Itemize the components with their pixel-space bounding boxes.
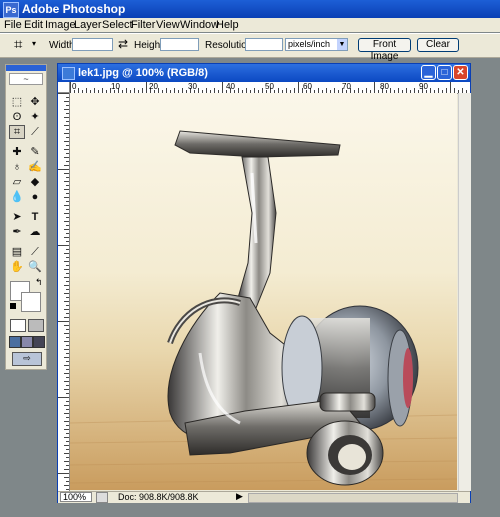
options-bar: ⌗ ▾ Width: ⇄ Height: Resolution: pixels/… [0,33,500,62]
tool-preset-dropdown[interactable]: ▾ [32,39,36,48]
blur-tool-icon[interactable]: 💧 [9,190,25,204]
menu-help[interactable]: Help [216,19,239,31]
full-screen-mode-icon[interactable] [33,336,45,348]
status-menu-arrow-icon[interactable]: ▶ [236,491,243,502]
status-bar: 100% Doc: 908.8K/908.8K ▶ [58,491,470,503]
menu-edit[interactable]: Edit [24,19,43,31]
standard-mode-icon[interactable] [10,319,26,332]
app-title: Adobe Photoshop [22,2,126,16]
type-tool-icon[interactable]: T [27,210,43,224]
hand-tool-icon[interactable]: ✋ [9,260,25,274]
status-preview-icon[interactable] [96,492,108,503]
document-title: lek1.jpg @ 100% (RGB/8) [78,67,208,79]
minimize-button[interactable]: ▁ [421,65,436,80]
ruler-label: 0 [72,82,77,91]
image-canvas[interactable] [70,93,457,490]
path-selection-tool-icon[interactable]: ➤ [9,210,25,224]
menu-view[interactable]: View [156,19,180,31]
document-icon [62,67,75,80]
swap-dimensions-icon[interactable]: ⇄ [118,37,128,51]
ruler-label: 80 [380,82,389,91]
default-colors-icon[interactable] [10,303,16,309]
width-input[interactable] [72,38,113,51]
resolution-input[interactable] [245,38,283,51]
resolution-units-select[interactable]: pixels/inch ▼ [285,38,348,51]
pen-tool-icon[interactable]: ✒ [9,225,25,239]
zoom-tool-icon[interactable]: 🔍 [27,260,43,274]
document-size-info: Doc: 908.8K/908.8K [118,492,199,502]
menu-bar: File Edit Image Layer Select Filter View… [0,18,500,32]
zoom-field[interactable]: 100% [60,492,92,502]
vertical-ruler-ticks [58,93,69,490]
menu-window[interactable]: Window [180,19,219,31]
history-brush-tool-icon[interactable]: ✍ [27,160,43,174]
photoshop-icon: Ps [3,2,19,18]
crop-tool-icon[interactable]: ⌗ [14,36,22,53]
tools-palette-titlebar[interactable] [6,65,46,71]
eraser-tool-icon[interactable]: ▱ [9,175,25,189]
menu-layer[interactable]: Layer [74,19,102,31]
standard-screen-mode-icon[interactable] [9,336,21,348]
tools-palette: ~ ⬚ ✥ ʘ ✦ ⌗ ⟋ ✚ ✎ ♁ ✍ ▱ ◆ 💧 ● ➤ T ✒ ☁ ▤ … [5,64,47,370]
ruler-label: 70 [342,82,351,91]
shape-tool-icon[interactable]: ☁ [27,225,43,239]
notes-tool-icon[interactable]: ▤ [9,245,25,259]
marquee-tool-icon[interactable]: ⬚ [9,95,25,109]
fishing-reel-photo [70,93,457,490]
full-screen-menu-mode-icon[interactable] [21,336,33,348]
vertical-ruler[interactable] [58,93,70,491]
slice-tool-icon[interactable]: ⟋ [27,125,43,139]
document-window: lek1.jpg @ 100% (RGB/8) ▁ □ ✕ 0 10 20 30… [57,63,471,503]
clear-button[interactable]: Clear [417,38,459,52]
jump-to-imageready-icon[interactable]: ⇨ [12,352,42,366]
close-button[interactable]: ✕ [453,65,468,80]
move-tool-icon[interactable]: ✥ [27,95,43,109]
magic-wand-tool-icon[interactable]: ✦ [27,110,43,124]
clone-stamp-tool-icon[interactable]: ♁ [9,160,25,174]
photoshop-feather-icon[interactable]: ~ [9,73,43,85]
maximize-button[interactable]: □ [437,65,452,80]
healing-brush-tool-icon[interactable]: ✚ [9,145,25,159]
menu-filter[interactable]: Filter [131,19,155,31]
ruler-label: 50 [265,82,274,91]
ruler-label: 90 [419,82,428,91]
ruler-label: 10 [111,82,120,91]
menu-select[interactable]: Select [102,19,133,31]
vertical-scrollbar[interactable] [458,93,471,491]
eyedropper-tool-icon[interactable]: ⟋ [27,245,43,259]
paint-bucket-tool-icon[interactable]: ◆ [27,175,43,189]
quick-mask-mode-icon[interactable] [28,319,44,332]
swap-colors-icon[interactable]: ↰ [35,277,43,288]
menu-image[interactable]: Image [45,19,76,31]
ruler-label: 60 [303,82,312,91]
ruler-label: 40 [226,82,235,91]
crop-tool-icon-selected[interactable]: ⌗ [9,125,25,139]
height-input[interactable] [160,38,199,51]
dodge-tool-icon[interactable]: ● [27,190,43,204]
lasso-tool-icon[interactable]: ʘ [9,110,25,124]
document-title-bar[interactable]: lek1.jpg @ 100% (RGB/8) ▁ □ ✕ [58,64,470,82]
chevron-down-icon: ▼ [337,39,347,50]
brush-tool-icon[interactable]: ✎ [27,145,43,159]
menu-file[interactable]: File [4,19,22,31]
ruler-label: 20 [149,82,158,91]
resolution-units-value: pixels/inch [288,39,331,49]
front-image-button[interactable]: Front Image [358,38,411,62]
ruler-origin[interactable] [58,82,70,93]
background-color-swatch[interactable] [21,292,41,312]
ruler-label: 30 [188,82,197,91]
horizontal-scrollbar[interactable] [248,493,458,503]
app-title-bar: Ps Adobe Photoshop [0,0,500,18]
